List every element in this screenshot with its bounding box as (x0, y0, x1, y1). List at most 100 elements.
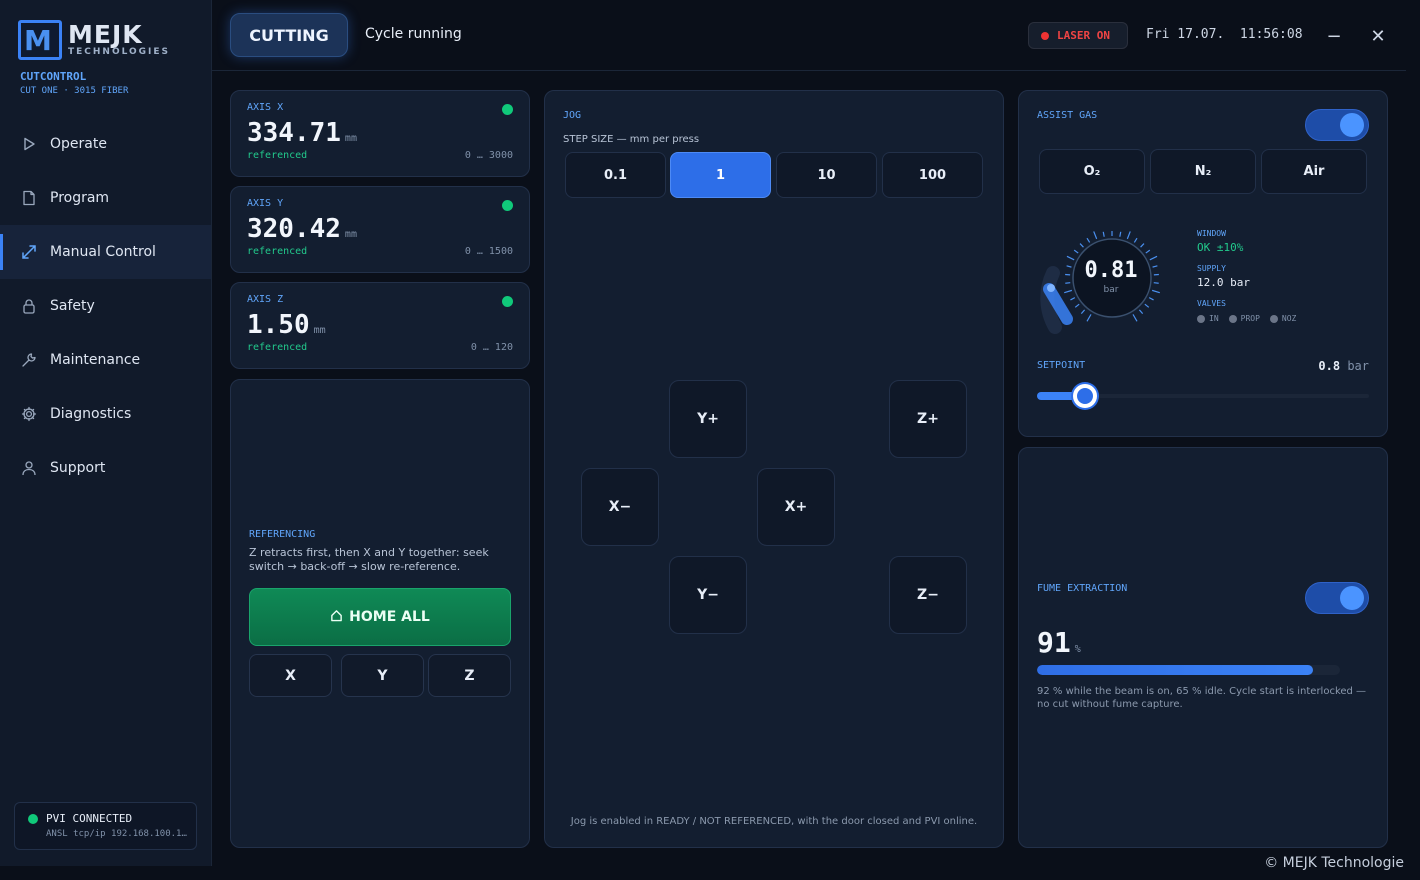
gas-air-button[interactable]: Air (1261, 149, 1367, 194)
close-button[interactable]: ✕ (1364, 22, 1392, 50)
gauge-tick (1079, 243, 1084, 248)
gauge-tick (1102, 231, 1105, 237)
gauge-tick (1080, 309, 1086, 315)
axis-card-z: AXIS Z 1.50 mm referenced 0 … 120 (230, 282, 530, 369)
home-x-button[interactable]: X (249, 654, 332, 697)
home-z-button[interactable]: Z (428, 654, 511, 697)
laser-status-label: LASER ON (1057, 29, 1110, 42)
setpoint-slider-thumb[interactable] (1073, 384, 1098, 408)
gauge-tick (1126, 231, 1131, 240)
user-icon (20, 459, 38, 477)
axis-label: AXIS X (247, 102, 284, 113)
wrench-icon (20, 351, 38, 369)
fume-extraction-bar-fill (1037, 665, 1313, 675)
nav-label: Diagnostics (50, 406, 132, 422)
connection-title: PVI CONNECTED (46, 812, 133, 825)
supply-label: SUPPLY (1197, 264, 1226, 273)
fume-extraction-bar (1037, 665, 1340, 675)
nav-item-maintenance[interactable]: Maintenance (0, 333, 211, 387)
axis-status: referenced (247, 342, 308, 353)
gauge-tick (1133, 237, 1138, 243)
axis-status: referenced (247, 246, 308, 257)
jog-z-minus-button[interactable]: Z− (889, 556, 967, 634)
step-size-100-button[interactable]: 100 (882, 152, 983, 198)
step-size-10-button[interactable]: 10 (776, 152, 877, 198)
assist-gas-toggle[interactable] (1305, 109, 1369, 141)
machine-name: CUT ONE · 3015 FIBER (20, 86, 129, 96)
step-size-label: STEP SIZE — mm per press (563, 134, 700, 145)
fume-extraction-description: 92 % while the beam is on, 65 % idle. Cy… (1037, 686, 1367, 710)
connection-status-dot (28, 814, 38, 824)
nav-label: Maintenance (50, 352, 141, 368)
gauge-tick (1086, 237, 1091, 243)
axis-value: 320.42 mm (247, 214, 357, 244)
cycle-status: Cycle running (365, 26, 462, 42)
step-size-1-button[interactable]: 1 (670, 152, 771, 198)
gas-o2-button[interactable]: O₂ (1039, 149, 1145, 194)
lock-icon (20, 297, 38, 315)
home-all-button[interactable]: HOME ALL (249, 588, 511, 646)
mode-badge: CUTTING (230, 13, 348, 57)
jog-y-minus-button[interactable]: Y− (669, 556, 747, 634)
gear-icon (20, 405, 38, 423)
jog-note: Jog is enabled in READY / NOT REFERENCED… (570, 816, 978, 827)
nav-label: Safety (50, 298, 95, 314)
expand-arrows-icon (20, 243, 38, 261)
gauge-tick (1145, 249, 1151, 254)
window-label: WINDOW (1197, 229, 1226, 238)
fume-extraction-toggle[interactable] (1305, 582, 1369, 614)
axis-label: AXIS Y (247, 198, 284, 209)
gauge-unit: bar (1103, 285, 1119, 295)
brand-name: MEJK (68, 20, 143, 49)
assist-gas-panel: ASSIST GAS O₂ N₂ Air 0.81 bar WINDOW OK … (1018, 90, 1388, 437)
jog-title: JOG (563, 110, 582, 121)
gauge-tick (1148, 297, 1154, 301)
copyright-footer: © MEJK Technologie (1264, 855, 1404, 871)
axis-range: 0 … 3000 (464, 150, 513, 161)
nav-menu: Operate Program Manual Control Safety Ma… (0, 117, 211, 495)
app-name: CUTCONTROL (20, 70, 87, 83)
nav-item-operate[interactable]: Operate (0, 117, 211, 171)
jog-x-plus-button[interactable]: X+ (757, 468, 835, 546)
nav-item-safety[interactable]: Safety (0, 279, 211, 333)
play-icon (20, 135, 38, 153)
jog-x-minus-button[interactable]: X− (581, 468, 659, 546)
gauge-tick (1140, 243, 1145, 248)
step-size-0-1-button[interactable]: 0.1 (565, 152, 666, 198)
referencing-description: Z retracts first, then X and Y together:… (249, 546, 489, 573)
gauge-tick (1138, 309, 1144, 315)
setpoint-label: SETPOINT (1037, 360, 1086, 371)
gauge-tick (1119, 231, 1122, 237)
nav-label: Program (50, 190, 110, 206)
connection-status: PVI CONNECTED ANSL tcp/ip 192.168.100.1… (14, 802, 197, 850)
valve-indicators: IN PROP NOZ (1197, 314, 1296, 323)
home-y-button[interactable]: Y (341, 654, 424, 697)
axis-status-dot (502, 104, 513, 115)
supply-value: 12.0 bar (1197, 276, 1250, 289)
axis-value: 1.50 mm (247, 310, 326, 340)
close-icon: ✕ (1370, 25, 1386, 47)
window-value: OK ±10% (1197, 241, 1244, 254)
nav-label: Support (50, 460, 106, 476)
nav-label: Manual Control (50, 244, 156, 260)
axis-card-y: AXIS Y 320.42 mm referenced 0 … 1500 (230, 186, 530, 273)
setpoint-slider[interactable] (1037, 384, 1369, 408)
sidebar: M MEJK TECHNOLOGIES CUTCONTROL CUT ONE ·… (0, 0, 212, 866)
gauge-value: 0.81 (1084, 258, 1138, 283)
gauge-tick (1070, 297, 1076, 301)
nav-item-diagnostics[interactable]: Diagnostics (0, 387, 211, 441)
header-bar: CUTTING Cycle running LASER ON Fri 17.07… (212, 0, 1406, 71)
minimize-button[interactable]: − (1320, 22, 1348, 50)
nav-item-manual-control[interactable]: Manual Control (0, 225, 211, 279)
setpoint-value: 0.8 bar (1318, 359, 1369, 373)
gas-n2-button[interactable]: N₂ (1150, 149, 1256, 194)
jog-z-plus-button[interactable]: Z+ (889, 380, 967, 458)
axis-status-dot (502, 200, 513, 211)
gauge-tick (1132, 314, 1138, 322)
jog-y-plus-button[interactable]: Y+ (669, 380, 747, 458)
nav-item-support[interactable]: Support (0, 441, 211, 495)
laser-dot-icon (1041, 31, 1049, 40)
minimize-icon: − (1326, 25, 1342, 47)
nav-item-program[interactable]: Program (0, 171, 211, 225)
home-icon (330, 609, 343, 626)
